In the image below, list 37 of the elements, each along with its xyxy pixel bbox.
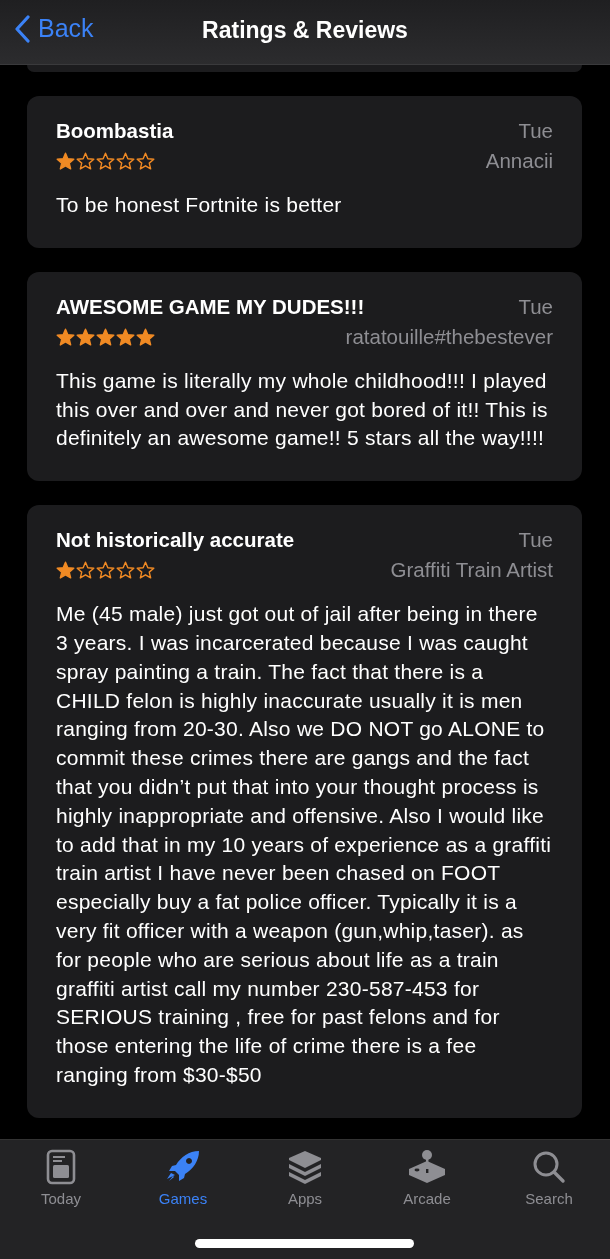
empty-star-icon bbox=[136, 561, 155, 580]
empty-star-icon bbox=[96, 561, 115, 580]
search-icon bbox=[532, 1150, 566, 1184]
empty-star-icon bbox=[96, 152, 115, 170]
tab-bar-item[interactable]: Apps bbox=[255, 1146, 355, 1209]
filled-star-icon bbox=[56, 152, 75, 170]
filled-star-icon bbox=[136, 327, 155, 346]
tab-bar-item[interactable]: Today bbox=[11, 1146, 111, 1209]
tab-bar-item[interactable]: Search bbox=[499, 1146, 599, 1209]
back-button[interactable]: Back bbox=[14, 14, 94, 43]
empty-star-icon bbox=[116, 152, 135, 170]
layers-icon bbox=[287, 1150, 323, 1184]
empty-star-icon bbox=[136, 152, 155, 170]
joystick-icon bbox=[407, 1149, 447, 1185]
review-text: Me (45 male) just got out of jail after being in there 3 years. I was incarcerated because I was caught spray painting a train. The fact that there is a CHILD felon is highly inaccurate usually it is men ranging from 20-30. Also we DO NOT go ALONE to commit these crimes there are gangs and the fact that you didn’t put that into your thought process is highly inappropriate and offensive. Also I would like to add that in my 10 years of experience as a graffiti train artist I have never been chased on FOOT especially buy a fat police officer. Typically it is a very fit officer with a weapon (gun,whip,taser). as for people who are serious about life as a train graffiti artist call my number 230-587-453 for SERIOUS training , free for past felons and for those entering the life of crime there is a fee ranging from $30-$50 bbox=[56, 601, 553, 1088]
review-author: ratatouille#thebestever bbox=[345, 324, 553, 349]
filled-star-icon bbox=[96, 327, 115, 346]
review-title: AWESOME GAME MY DUDES!!! bbox=[56, 294, 365, 319]
review-title: Boombastia bbox=[56, 119, 174, 143]
review-author: Graffiti Train Artist bbox=[390, 558, 553, 583]
filled-star-icon bbox=[76, 327, 95, 346]
chevron-left-icon bbox=[14, 14, 30, 43]
screen-title: Ratings & Reviews bbox=[202, 17, 408, 44]
filled-star-icon bbox=[56, 327, 75, 346]
tab-bar-item[interactable]: Arcade bbox=[377, 1146, 477, 1209]
tab-bar-item[interactable]: Games bbox=[133, 1146, 233, 1209]
filled-star-icon bbox=[116, 327, 135, 346]
review-title: Not historically accurate bbox=[56, 528, 295, 553]
review-date: Tue bbox=[518, 119, 553, 143]
empty-star-icon bbox=[116, 561, 135, 580]
review-text: To be honest Fortnite is better bbox=[56, 192, 343, 218]
review-author: Annacii bbox=[485, 149, 553, 173]
today-icon bbox=[46, 1149, 76, 1185]
review-date: Tue bbox=[518, 294, 553, 319]
review-date: Tue bbox=[518, 528, 553, 553]
review-text: This game is literally my whole childhood!!! I played this over and over and never got bored of it!! This is definitely an awesome game!! 5 stars all the way!!!! bbox=[56, 367, 549, 452]
filled-star-icon bbox=[56, 561, 75, 580]
